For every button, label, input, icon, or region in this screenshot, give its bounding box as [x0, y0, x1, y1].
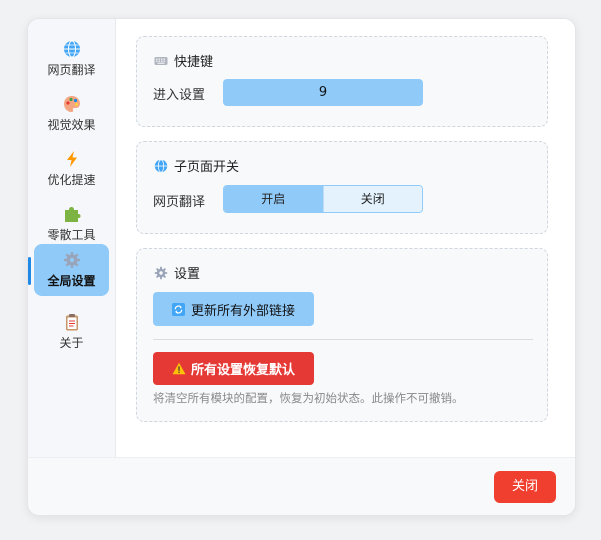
shortcut-card: 快捷键 进入设置 9 — [136, 36, 548, 127]
sidebar-item-visual-effects[interactable]: 视觉效果 — [34, 88, 109, 140]
sidebar-item-label: 优化提速 — [47, 173, 96, 187]
shortcut-label: 进入设置 — [153, 88, 206, 103]
shortcut-card-title: 快捷键 — [154, 51, 213, 70]
settings-card: 设置 更新所有外部链接 所有设置恢复默认 将清空所有模块的配置，恢复为初始状态。… — [136, 248, 548, 422]
main-content: 快捷键 进入设置 9 子页面开关 网页翻译 开启 关闭 设置 更新所有外部链接 … — [116, 19, 575, 457]
subpage-label: 网页翻译 — [153, 195, 206, 210]
lightning-icon — [66, 151, 77, 167]
globe-icon — [154, 158, 168, 173]
sidebar-item-label: 全局设置 — [47, 274, 96, 288]
reset-warning-note: 将清空所有模块的配置，恢复为初始状态。此操作不可撤销。 — [153, 391, 464, 405]
settings-card-title: 设置 — [154, 263, 200, 282]
web-translate-toggle: 开启 关闭 — [223, 185, 423, 213]
sidebar-item-global-settings[interactable]: 全局设置 — [34, 244, 109, 296]
gear-icon — [154, 266, 168, 279]
dialog-footer: 关闭 — [28, 457, 575, 515]
update-links-button[interactable]: 更新所有外部链接 — [153, 292, 314, 326]
subpage-card-title: 子页面开关 — [154, 156, 239, 175]
toggle-on-option[interactable]: 开启 — [224, 186, 323, 212]
close-button[interactable]: 关闭 — [494, 471, 556, 503]
palette-icon — [63, 96, 80, 112]
sidebar-item-label: 关于 — [59, 336, 84, 350]
globe-icon — [63, 40, 80, 58]
sidebar-item-label: 网页翻译 — [47, 63, 96, 77]
sidebar-item-label: 视觉效果 — [47, 118, 96, 132]
sidebar-item-optimize[interactable]: 优化提速 — [34, 143, 109, 195]
toggle-off-option[interactable]: 关闭 — [322, 186, 422, 212]
keyboard-icon — [154, 56, 168, 65]
shortcut-key-input[interactable]: 9 — [223, 79, 423, 106]
active-indicator — [28, 257, 31, 285]
sidebar-item-about[interactable]: 关于 — [34, 306, 109, 358]
warning-icon — [172, 362, 186, 375]
clipboard-icon — [65, 314, 78, 331]
sidebar: 网页翻译 视觉效果 优化提速 零散工具 全局设置 关于 — [28, 19, 116, 457]
divider — [153, 339, 533, 340]
puzzle-icon — [64, 207, 80, 222]
sidebar-item-web-translate[interactable]: 网页翻译 — [34, 33, 109, 85]
refresh-icon — [171, 302, 185, 316]
sidebar-item-misc-tools[interactable]: 零散工具 — [34, 198, 109, 250]
subpage-toggle-card: 子页面开关 网页翻译 开启 关闭 — [136, 141, 548, 234]
gear-icon — [63, 252, 80, 268]
sidebar-item-label: 零散工具 — [47, 228, 96, 242]
reset-all-settings-button[interactable]: 所有设置恢复默认 — [153, 352, 314, 385]
settings-dialog: 网页翻译 视觉效果 优化提速 零散工具 全局设置 关于 快捷键 进入设置 9 子… — [27, 18, 576, 516]
